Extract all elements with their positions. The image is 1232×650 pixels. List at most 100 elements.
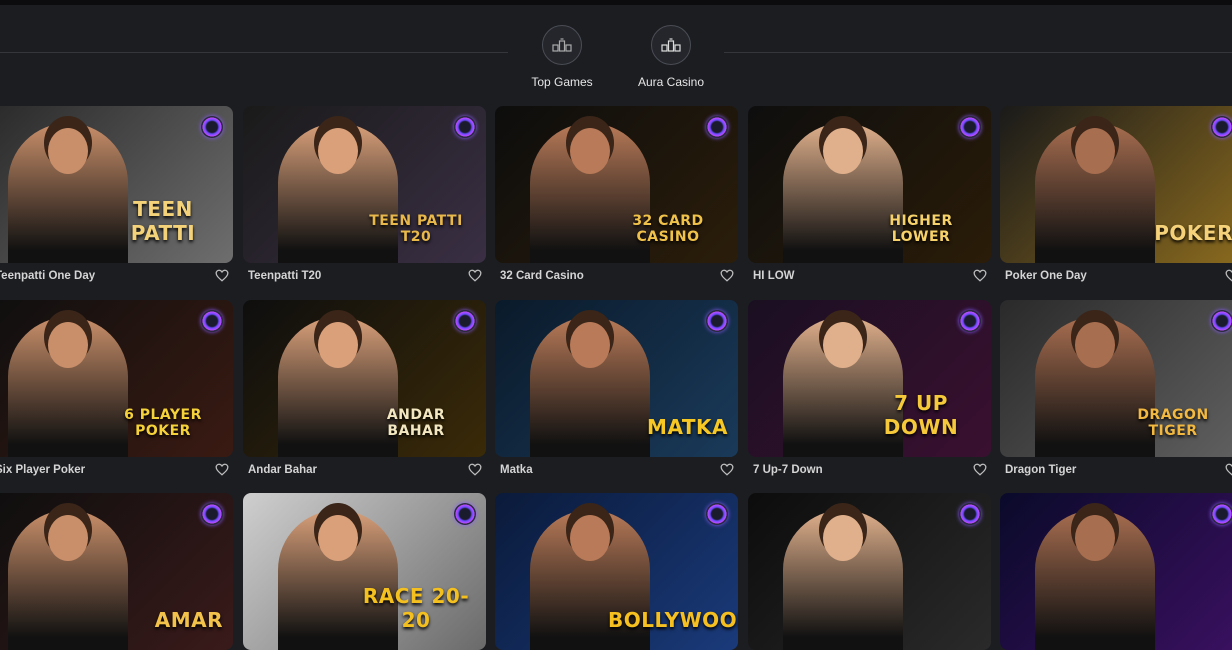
tab-aura-casino[interactable]: Aura Casino	[621, 25, 721, 91]
game-logo-text: TEEN PATTI	[130, 197, 196, 245]
game-logo-text: AMAR	[154, 608, 223, 632]
game-thumbnail[interactable]: AMAR	[0, 493, 233, 650]
dealer-face	[1075, 128, 1115, 174]
favorite-heart-icon[interactable]	[468, 269, 482, 283]
game-card[interactable]: DRAGON TIGER Dragon Tiger	[1000, 300, 1232, 483]
dealer-face	[1075, 515, 1115, 561]
dealer-face	[318, 128, 358, 174]
favorite-heart-icon[interactable]	[1225, 269, 1232, 283]
game-logo-text: TEEN PATTI T20	[369, 213, 463, 245]
aura-provider-icon	[201, 116, 223, 138]
game-card-footer: Six Player Poker	[0, 457, 233, 483]
tab-top-games[interactable]: Top Games	[512, 25, 612, 91]
game-card[interactable]: 7 UP DOWN 7 Up-7 Down	[748, 300, 991, 483]
game-card-footer: 32 Card Casino	[495, 263, 738, 289]
aura-provider-icon	[1211, 116, 1232, 138]
aura-provider-icon	[454, 503, 476, 525]
game-thumbnail[interactable]: POKER	[1000, 106, 1232, 263]
game-thumbnail[interactable]: ANDAR BAHAR	[243, 300, 486, 457]
game-thumbnail[interactable]: 6 PLAYER POKER	[0, 300, 233, 457]
dealer-face	[48, 322, 88, 368]
aura-provider-icon	[959, 116, 981, 138]
dealer-face	[570, 515, 610, 561]
game-title: 7 Up-7 Down	[753, 464, 823, 476]
game-card[interactable]: 6 PLAYER POKER Six Player Poker	[0, 300, 233, 483]
game-logo-text: 32 CARD CASINO	[632, 213, 704, 245]
aura-provider-icon	[959, 503, 981, 525]
tab-divider-left	[0, 52, 508, 53]
tab-divider-right	[724, 52, 1232, 53]
game-thumbnail[interactable]: DRAGON TIGER	[1000, 300, 1232, 457]
aura-provider-icon	[706, 116, 728, 138]
aura-casino-icon	[651, 25, 691, 65]
favorite-heart-icon[interactable]	[720, 269, 734, 283]
dealer-face	[570, 128, 610, 174]
favorite-heart-icon[interactable]	[215, 269, 229, 283]
aura-provider-icon	[201, 503, 223, 525]
game-thumbnail[interactable]	[748, 493, 991, 650]
aura-provider-icon	[706, 503, 728, 525]
aura-provider-icon	[454, 116, 476, 138]
favorite-heart-icon[interactable]	[973, 463, 987, 477]
dealer-face	[1075, 322, 1115, 368]
game-logo-text: MATKA	[647, 415, 728, 439]
game-card-footer: Andar Bahar	[243, 457, 486, 483]
game-card[interactable]	[1000, 493, 1232, 650]
game-card[interactable]: AMAR	[0, 493, 233, 650]
game-logo-text: POKER	[1154, 221, 1232, 245]
game-thumbnail[interactable]	[1000, 493, 1232, 650]
game-title: Andar Bahar	[248, 464, 318, 476]
aura-provider-icon	[959, 310, 981, 332]
favorite-heart-icon[interactable]	[468, 463, 482, 477]
game-title: Teenpatti One Day	[0, 270, 96, 282]
game-card-footer: Matka	[495, 457, 738, 483]
dealer-face	[823, 322, 863, 368]
game-logo-text: HIGHER LOWER	[889, 213, 953, 245]
dealer-face	[48, 515, 88, 561]
game-logo-text: 6 PLAYER POKER	[124, 407, 202, 439]
dealer-face	[570, 322, 610, 368]
game-logo-text: ANDAR BAHAR	[386, 407, 446, 439]
game-title: Dragon Tiger	[1005, 464, 1077, 476]
game-card[interactable]: BOLLYWOOD	[495, 493, 738, 650]
game-thumbnail[interactable]: 7 UP DOWN	[748, 300, 991, 457]
game-card[interactable]: ANDAR BAHAR Andar Bahar	[243, 300, 486, 483]
game-card[interactable]: POKER Poker One Day	[1000, 106, 1232, 289]
game-title: Six Player Poker	[0, 464, 86, 476]
dealer-face	[823, 515, 863, 561]
favorite-heart-icon[interactable]	[720, 463, 734, 477]
game-thumbnail[interactable]: BOLLYWOOD	[495, 493, 738, 650]
game-logo-text: BOLLYWOOD	[608, 608, 738, 632]
game-logo-text: RACE 20-20	[362, 584, 470, 632]
top-bar	[0, 0, 1232, 5]
game-card[interactable]: HIGHER LOWER HI LOW	[748, 106, 991, 289]
dealer-face	[48, 128, 88, 174]
game-thumbnail[interactable]: TEEN PATTI	[0, 106, 233, 263]
game-thumbnail[interactable]: TEEN PATTI T20	[243, 106, 486, 263]
favorite-heart-icon[interactable]	[1225, 463, 1232, 477]
game-card[interactable]: MATKA Matka	[495, 300, 738, 483]
game-card[interactable]: TEEN PATTI T20 Teenpatti T20	[243, 106, 486, 289]
game-card-footer: Teenpatti T20	[243, 263, 486, 289]
game-card[interactable]: TEEN PATTI Teenpatti One Day	[0, 106, 233, 289]
aura-provider-icon	[706, 310, 728, 332]
aura-provider-icon	[201, 310, 223, 332]
game-card-footer: HI LOW	[748, 263, 991, 289]
game-title: 32 Card Casino	[500, 270, 584, 282]
game-card[interactable]: 32 CARD CASINO 32 Card Casino	[495, 106, 738, 289]
aura-provider-icon	[454, 310, 476, 332]
game-card[interactable]: RACE 20-20	[243, 493, 486, 650]
tab-top-games-label: Top Games	[531, 75, 593, 89]
game-thumbnail[interactable]: HIGHER LOWER	[748, 106, 991, 263]
top-games-icon	[542, 25, 582, 65]
favorite-heart-icon[interactable]	[215, 463, 229, 477]
game-thumbnail[interactable]: RACE 20-20	[243, 493, 486, 650]
game-card-footer: Dragon Tiger	[1000, 457, 1232, 483]
game-title: Poker One Day	[1005, 270, 1087, 282]
game-card[interactable]	[748, 493, 991, 650]
game-thumbnail[interactable]: 32 CARD CASINO	[495, 106, 738, 263]
game-card-footer: 7 Up-7 Down	[748, 457, 991, 483]
dealer-face	[318, 515, 358, 561]
favorite-heart-icon[interactable]	[973, 269, 987, 283]
game-thumbnail[interactable]: MATKA	[495, 300, 738, 457]
